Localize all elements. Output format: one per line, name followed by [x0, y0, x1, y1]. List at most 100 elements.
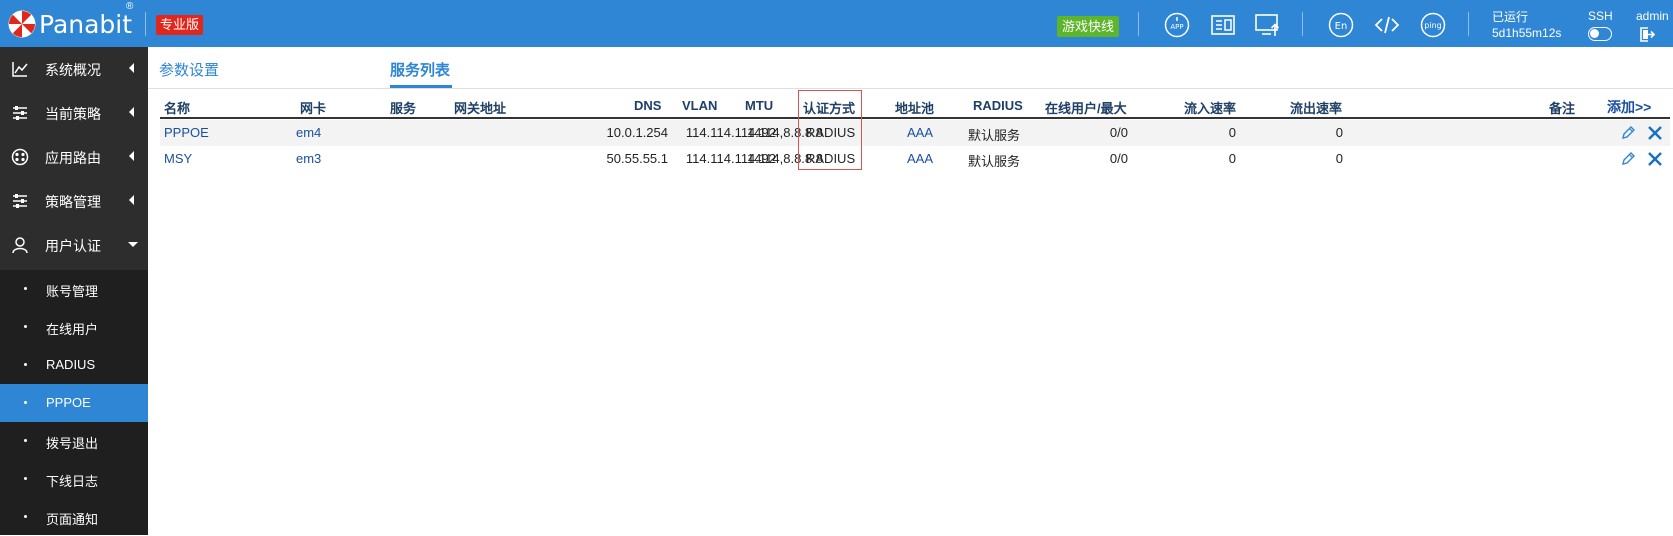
sidebar-item-user-auth[interactable]: 用户认证	[0, 223, 148, 267]
cell-nic[interactable]: em3	[296, 151, 321, 166]
sliders-icon	[13, 194, 27, 208]
uptime-label: 已运行	[1492, 10, 1529, 24]
sidebar-subitem-pppoe[interactable]: PPPOE	[0, 384, 148, 422]
column-header-gateway: 网关地址	[454, 101, 507, 116]
header-divider	[145, 12, 146, 36]
ping-icon[interactable]: ping	[1420, 12, 1446, 38]
svg-text:ping: ping	[1424, 21, 1441, 30]
logo[interactable]: Panabit	[8, 7, 132, 41]
cell-out-rate: 0	[1335, 151, 1343, 166]
sidebar-subitem-page-notice[interactable]: 页面通知	[0, 498, 148, 536]
add-service-link[interactable]: 添加>>	[1607, 97, 1651, 117]
sidebar-subitem-label: PPPOE	[46, 395, 91, 410]
edit-icon[interactable]	[1620, 125, 1636, 141]
cell-address-pool[interactable]: AAA	[907, 125, 933, 140]
ssh-toggle[interactable]	[1588, 27, 1612, 41]
sidebar-subitem-offline-log[interactable]: 下线日志	[0, 460, 148, 498]
sidebar-subitem-radius[interactable]: RADIUS	[0, 346, 148, 384]
tab-service-list[interactable]: 服务列表	[390, 59, 450, 80]
column-header-address-pool: 地址池	[895, 101, 935, 116]
sidebar-item-label: 系统概况	[45, 62, 101, 78]
cell-in-rate: 0	[1228, 151, 1236, 166]
column-header-service: 服务	[390, 101, 417, 116]
registered-mark: ®	[126, 1, 134, 12]
sidebar-item-label: 用户认证	[45, 238, 101, 254]
svg-text:En: En	[1335, 21, 1348, 32]
chevron-left-icon	[129, 63, 134, 73]
top-header: Panabit ® 专业版 游戏快线 APP En ping 已运行 5d1h5…	[0, 0, 1673, 47]
sidebar-subitem-online-users[interactable]: 在线用户	[0, 308, 148, 346]
cell-address-pool[interactable]: AAA	[907, 151, 933, 166]
user-name: admin	[1636, 9, 1669, 23]
panabit-logo-icon	[8, 10, 36, 38]
document-icon[interactable]	[1210, 12, 1236, 38]
svg-text:APP: APP	[1170, 23, 1183, 31]
user-icon	[12, 237, 28, 254]
edition-badge: 专业版	[156, 15, 204, 35]
sidebar-item-label: 应用路由	[45, 150, 101, 166]
edit-icon[interactable]	[1620, 151, 1636, 167]
column-header-out-rate: 流出速率	[1290, 101, 1343, 116]
cell-name[interactable]: PPPOE	[164, 125, 209, 140]
code-icon[interactable]	[1374, 12, 1400, 38]
game-fastlane-button[interactable]: 游戏快线	[1057, 16, 1120, 37]
column-header-name: 名称	[164, 101, 191, 116]
sidebar-item-app-routing[interactable]: 应用路由	[0, 135, 148, 179]
sidebar-item-system-overview[interactable]: 系统概况	[0, 47, 148, 91]
active-tab-indicator	[390, 85, 452, 88]
tab-bar: 参数设置 服务列表	[148, 47, 1673, 89]
cell-mtu: 1492	[747, 125, 776, 140]
header-divider	[1302, 12, 1303, 36]
chevron-left-icon	[129, 107, 134, 117]
cell-name[interactable]: MSY	[164, 151, 192, 166]
sidebar: 系统概况 当前策略 应用路由 策略管理 用户认证 账号管理 在线用户 RADIU…	[0, 47, 148, 535]
sidebar-item-current-policy[interactable]: 当前策略	[0, 91, 148, 135]
chevron-left-icon	[129, 195, 134, 205]
brand-name: Panabit	[39, 9, 133, 39]
sidebar-subitem-dial-exit[interactable]: 拨号退出	[0, 422, 148, 460]
cell-online-users: 0/0	[1109, 125, 1128, 140]
toggle-knob	[1590, 29, 1599, 38]
sidebar-subitem-label: 下线日志	[46, 474, 99, 489]
column-header-remark: 备注	[1549, 101, 1576, 116]
column-header-vlan: VLAN	[682, 98, 718, 113]
column-header-mtu: MTU	[745, 98, 774, 113]
bullet-icon	[24, 363, 27, 366]
tab-parameter-settings[interactable]: 参数设置	[159, 59, 219, 80]
sidebar-subitem-accounts[interactable]: 账号管理	[0, 270, 148, 308]
language-en-icon[interactable]: En	[1328, 12, 1354, 38]
sidebar-item-label: 策略管理	[45, 194, 101, 210]
bullet-icon	[24, 401, 27, 404]
bullet-icon	[24, 325, 27, 328]
header-divider	[1138, 12, 1139, 36]
table-row: MSY em3 50.55.55.1 114.114.114.114,8.8.8…	[160, 146, 1670, 172]
column-header-dns: DNS	[634, 98, 662, 113]
sidebar-item-policy-management[interactable]: 策略管理	[0, 179, 148, 223]
chart-icon	[12, 62, 28, 77]
cell-online-users: 0/0	[1109, 151, 1128, 166]
sliders-icon	[13, 106, 27, 120]
bullet-icon	[24, 477, 27, 480]
uptime-value: 5d1h55m12s	[1492, 26, 1562, 40]
column-header-online-users: 在线用户/最大	[1045, 101, 1127, 116]
table-header: 名称 网卡 服务 网关地址 DNS VLAN MTU 认证方式 地址池 RADI…	[160, 94, 1670, 119]
sidebar-subitem-label: 拨号退出	[46, 436, 99, 451]
cell-mtu: 1492	[747, 151, 776, 166]
logout-icon[interactable]	[1638, 26, 1656, 43]
bullet-icon	[24, 287, 27, 290]
delete-icon[interactable]	[1647, 125, 1663, 141]
delete-icon[interactable]	[1647, 151, 1663, 167]
table-row: PPPOE em4 10.0.1.254 114.114.114.114,8.8…	[160, 120, 1670, 146]
sidebar-subitem-label: 在线用户	[46, 322, 99, 337]
monitor-upload-icon[interactable]	[1255, 12, 1281, 38]
app-icon[interactable]: APP	[1164, 12, 1190, 38]
column-header-nic: 网卡	[300, 101, 327, 116]
cell-radius: 默认服务	[968, 154, 1021, 169]
chevron-down-icon	[128, 242, 138, 247]
auth-method-highlight	[798, 90, 862, 170]
sidebar-subitem-label: 账号管理	[46, 284, 99, 299]
bullet-icon	[24, 515, 27, 518]
cell-nic[interactable]: em4	[296, 125, 321, 140]
sidebar-item-label: 当前策略	[45, 106, 101, 122]
sidebar-subitem-label: 页面通知	[46, 512, 99, 527]
